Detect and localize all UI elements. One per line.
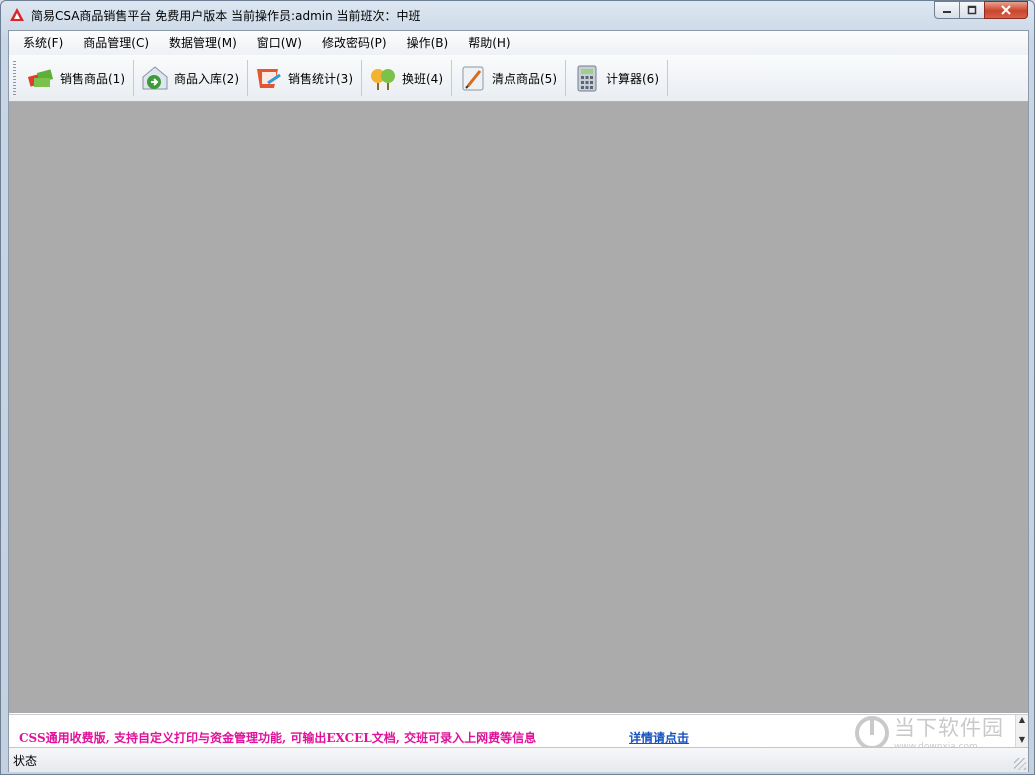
scroll-up-icon[interactable]: ▲ [1016, 715, 1028, 725]
mdi-workspace[interactable] [9, 102, 1028, 713]
menu-change-password[interactable]: 修改密码(P) [312, 31, 397, 55]
watermark: 当下软件园 www.downxia.com [852, 713, 1017, 752]
minimize-button[interactable] [934, 1, 960, 19]
app-logo-icon [9, 7, 25, 23]
menu-data-management[interactable]: 数据管理(M) [159, 31, 247, 55]
sell-goods-label: 销售商品(1) [60, 71, 125, 86]
menu-window[interactable]: 窗口(W) [247, 31, 312, 55]
toolbar-grip[interactable] [13, 61, 16, 95]
client-area: 系统(F) 商品管理(C) 数据管理(M) 窗口(W) 修改密码(P) 操作(B… [8, 30, 1029, 772]
menu-operation[interactable]: 操作(B) [397, 31, 459, 55]
ad-banner: CSS通用收费版, 支持自定义打印与资金管理功能, 可输出EXCEL文档, 交班… [9, 714, 1028, 752]
calculator-label: 计算器(6) [606, 71, 659, 86]
minimize-icon [943, 11, 951, 13]
menu-help[interactable]: 帮助(H) [458, 31, 520, 55]
ad-text: CSS通用收费版, 支持自定义打印与资金管理功能, 可输出EXCEL文档, 交班… [19, 731, 537, 745]
ad-scrollbar[interactable]: ▲ ▼ [1015, 715, 1028, 747]
shift-change-icon [368, 63, 398, 93]
calculator-button[interactable]: 计算器(6) [566, 60, 668, 96]
menu-goods-management[interactable]: 商品管理(C) [73, 31, 159, 55]
menu-system[interactable]: 系统(F) [13, 31, 73, 55]
ad-details-link[interactable]: 详情请点击 [629, 729, 689, 746]
sales-statistics-button[interactable]: 销售统计(3) [248, 60, 362, 96]
sales-statistics-label: 销售统计(3) [288, 71, 353, 86]
downxia-logo-icon [855, 716, 889, 750]
goods-inbound-button[interactable]: 商品入库(2) [134, 60, 248, 96]
close-icon [1001, 5, 1011, 15]
window-title: 简易CSA商品销售平台 免费用户版本 当前操作员:admin 当前班次：中班 [31, 8, 421, 23]
watermark-title: 当下软件园 [894, 716, 1004, 740]
shift-change-button[interactable]: 换班(4) [362, 60, 452, 96]
close-button[interactable] [984, 1, 1028, 19]
main-window: 简易CSA商品销售平台 免费用户版本 当前操作员:admin 当前班次：中班 系… [0, 0, 1035, 775]
shift-change-label: 换班(4) [402, 71, 443, 86]
sales-statistics-icon [254, 63, 284, 93]
inventory-check-label: 清点商品(5) [492, 71, 557, 86]
status-label: 状态 [13, 754, 38, 768]
title-bar[interactable]: 简易CSA商品销售平台 免费用户版本 当前操作员:admin 当前班次：中班 [1, 1, 1034, 29]
restore-button[interactable] [959, 1, 985, 19]
inventory-check-icon [458, 63, 488, 93]
resize-grip[interactable] [1014, 758, 1026, 770]
sell-goods-icon [26, 63, 56, 93]
toolbar: 销售商品(1) 商品入库(2) 销售统计(3) 换班(4) 清点商品(5) 计算… [9, 55, 1028, 102]
goods-inbound-icon [140, 63, 170, 93]
status-bar: 状态 [9, 747, 1028, 772]
menu-bar: 系统(F) 商品管理(C) 数据管理(M) 窗口(W) 修改密码(P) 操作(B… [9, 31, 1028, 55]
inventory-check-button[interactable]: 清点商品(5) [452, 60, 566, 96]
sell-goods-button[interactable]: 销售商品(1) [20, 60, 134, 96]
calculator-icon [572, 63, 602, 93]
scroll-down-icon[interactable]: ▼ [1016, 735, 1028, 745]
restore-icon [967, 5, 977, 15]
goods-inbound-label: 商品入库(2) [174, 71, 239, 86]
